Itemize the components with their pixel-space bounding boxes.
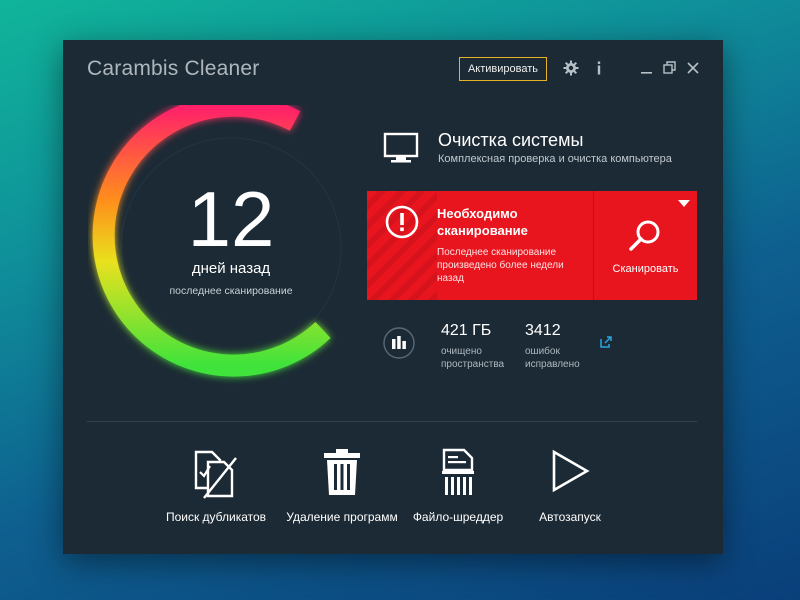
- tool-duplicates[interactable]: Поиск дубликатов: [156, 448, 276, 528]
- stats-icon: [383, 327, 415, 359]
- tool-label: Поиск дубликатов: [165, 510, 267, 524]
- tool-label: Удаление программ: [286, 510, 398, 524]
- duplicates-icon: [194, 450, 237, 499]
- alert-text: Последнее сканирование произведено более…: [437, 247, 564, 284]
- system-subtitle: Комплексная проверка и очистка компьютер…: [438, 153, 672, 165]
- space-cleaned-value: 421 ГБ: [441, 322, 492, 339]
- minimize-icon[interactable]: [638, 59, 656, 77]
- monitor-icon: [383, 132, 419, 163]
- app-title: Carambis Cleaner: [87, 57, 260, 80]
- scan-button-label: Сканировать: [612, 263, 679, 275]
- trash-icon: [324, 449, 360, 495]
- tool-shredder[interactable]: Файло-шреддер: [398, 448, 518, 528]
- shredder-icon: [442, 448, 474, 495]
- last-scan-label: последнее сканирование: [169, 285, 293, 297]
- errors-fixed-label: ошибок исправлено: [525, 346, 580, 370]
- tool-label: Файло-шреддер: [412, 510, 504, 524]
- info-icon[interactable]: [590, 59, 608, 77]
- play-icon: [552, 449, 590, 493]
- tool-uninstall[interactable]: Удаление программ: [282, 448, 402, 528]
- close-icon[interactable]: [684, 59, 702, 77]
- chevron-down-icon[interactable]: [678, 200, 690, 208]
- app-window: Carambis Cleaner Активировать 12 дней на…: [63, 40, 723, 554]
- scan-alert-panel: Необходимо сканирование Последнее сканир…: [367, 191, 697, 300]
- days-label: дней назад: [191, 260, 271, 277]
- tool-label: Автозапуск: [539, 510, 601, 524]
- system-title: Очистка системы: [438, 130, 584, 150]
- search-icon: [629, 220, 660, 251]
- errors-fixed-value: 3412: [525, 322, 561, 339]
- activate-button[interactable]: Активировать: [459, 57, 547, 81]
- days-count: 12: [187, 175, 275, 263]
- section-divider: [87, 421, 697, 422]
- gear-icon[interactable]: [562, 59, 580, 77]
- share-icon[interactable]: [600, 336, 612, 348]
- alert-title: Необходимо сканирование: [437, 206, 528, 238]
- tool-autorun[interactable]: Автозапуск: [510, 448, 630, 528]
- warning-icon: [385, 205, 419, 239]
- restore-icon[interactable]: [661, 59, 679, 77]
- space-cleaned-label: очищено пространства: [441, 346, 505, 370]
